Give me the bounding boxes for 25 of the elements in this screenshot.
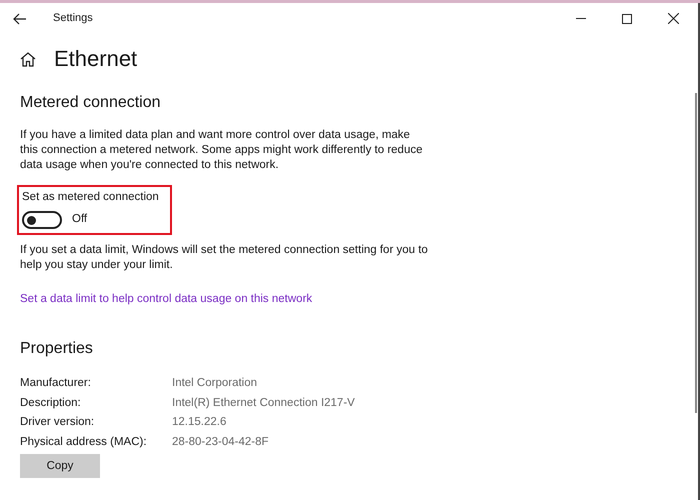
scrollbar[interactable] bbox=[695, 93, 697, 413]
property-label: Description: bbox=[20, 396, 82, 411]
minimize-icon bbox=[576, 18, 586, 19]
property-value: 28-80-23-04-42-8F bbox=[172, 434, 269, 450]
description-text: If you have a limited data plan and want more control over data usage, make this connection a metered network. Some apps might work differently to reduce data usage when you're connected to this network. bbox=[20, 128, 424, 173]
section-heading: Metered connection bbox=[20, 93, 162, 113]
note-text: If you set a data limit, Windows will set the metered connection setting for you to help you stay under your limit. bbox=[20, 243, 429, 273]
property-value: Intel(R) Ethernet Connection I217-V bbox=[172, 396, 355, 411]
property-label: Manufacturer: bbox=[20, 376, 92, 392]
back-arrow-icon bbox=[13, 12, 27, 24]
property-label: Physical address (MAC): bbox=[20, 434, 148, 450]
data-limit-link[interactable]: Set a data limit to help control data usage on this network bbox=[20, 291, 680, 308]
maximize-icon bbox=[622, 14, 632, 24]
section-heading: Properties bbox=[20, 339, 94, 360]
toggle-switch[interactable] bbox=[22, 211, 62, 229]
toggle-state: Off bbox=[72, 212, 88, 228]
page-title: Ethernet bbox=[54, 45, 138, 73]
close-icon bbox=[668, 13, 678, 24]
toggle-label: Set as metered connection bbox=[22, 190, 160, 205]
window-title: Settings bbox=[53, 11, 93, 26]
copy-button[interactable]: Copy bbox=[20, 454, 100, 478]
home-icon[interactable] bbox=[20, 52, 36, 66]
property-value: 12.15.22.6 bbox=[172, 415, 226, 430]
property-label: Driver version: bbox=[20, 415, 96, 430]
property-value: Intel Corporation bbox=[172, 376, 258, 392]
